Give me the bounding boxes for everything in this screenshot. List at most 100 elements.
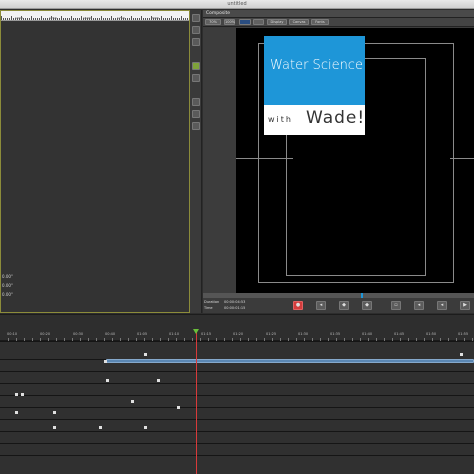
layer-clip-bar[interactable] xyxy=(106,359,474,363)
ruler-tick xyxy=(129,18,130,20)
track-separator xyxy=(0,443,474,444)
keyframe[interactable] xyxy=(177,406,180,409)
window-title: untitled xyxy=(227,1,247,7)
hand-tool-icon[interactable] xyxy=(192,38,200,46)
ruler-tick xyxy=(49,18,50,20)
timeline-ruler[interactable]: 00:10 00:20 00:30 00:40 01:05 01:10 01:1… xyxy=(0,315,474,341)
keyframe[interactable] xyxy=(131,400,134,403)
goto-start-icon[interactable]: ◂ xyxy=(316,301,326,310)
keyframe[interactable] xyxy=(144,353,147,356)
ruler-tick xyxy=(173,18,174,20)
duration-label: Duration xyxy=(204,300,220,304)
transform-tool-icon[interactable] xyxy=(192,62,200,70)
ruler-tick xyxy=(79,18,80,20)
transport-bar: Duration 00:00:04:53 Time 00:00:01:15 ● … xyxy=(203,298,474,313)
keyframe[interactable] xyxy=(460,353,463,356)
keyframe[interactable] xyxy=(157,379,160,382)
ruler-tick xyxy=(45,18,46,20)
view-mode-icon[interactable] xyxy=(253,19,264,25)
ruler-tick xyxy=(169,18,170,20)
title-card-banner[interactable]: Water Science xyxy=(264,36,365,105)
title-bar: untitled xyxy=(0,0,474,9)
canvas-panel[interactable]: 1000 1250 1500 1750 2000 0.00" 0.00" 0.0… xyxy=(0,10,190,313)
keyframe[interactable] xyxy=(15,393,18,396)
playhead-handle-icon[interactable] xyxy=(193,329,199,334)
prev-keyframe-icon[interactable]: ◆ xyxy=(339,301,349,310)
crop-tool-icon[interactable] xyxy=(192,74,200,82)
track-separator xyxy=(0,455,474,456)
keyframe[interactable] xyxy=(53,426,56,429)
composite-toolbar: 70% 100% Display Canvas Fonts xyxy=(203,18,474,27)
horizontal-ruler: 1000 1250 1500 1750 2000 xyxy=(1,11,189,21)
ruler-tick xyxy=(125,18,126,20)
keyframe[interactable] xyxy=(21,393,24,396)
timeline-tick-label: 01:10 xyxy=(169,332,180,336)
ruler-tick xyxy=(27,18,28,20)
keyframe[interactable] xyxy=(99,426,102,429)
coordinate-readout: 0.00" xyxy=(2,274,13,279)
pen-tool-icon[interactable] xyxy=(192,98,200,106)
loop-icon[interactable]: ▫ xyxy=(391,301,401,310)
keyframe[interactable] xyxy=(106,379,109,382)
ruler-tick xyxy=(121,16,122,20)
ruler-tick xyxy=(107,18,108,20)
keyframe[interactable] xyxy=(144,426,147,429)
play-button[interactable]: ▶ xyxy=(460,301,470,310)
ruler-tick xyxy=(71,16,72,20)
ruler-tick xyxy=(141,16,142,20)
ruler-tick xyxy=(23,18,24,20)
line-tool-icon[interactable] xyxy=(192,110,200,118)
percent-select[interactable]: 100% xyxy=(224,19,235,25)
track-separator xyxy=(0,341,474,342)
timeline-tick-label: 01:25 xyxy=(266,332,277,336)
ruler-tick xyxy=(131,16,132,20)
composite-viewer[interactable]: Water Science with Wade! xyxy=(236,28,474,301)
select-tool-icon[interactable] xyxy=(192,14,200,22)
ruler-tick xyxy=(41,16,42,20)
ruler-tick xyxy=(101,16,102,20)
keyframe[interactable] xyxy=(15,411,18,414)
ruler-tick xyxy=(143,18,144,20)
ruler-tick xyxy=(57,18,58,20)
ruler-tick xyxy=(159,18,160,20)
coordinate-readout: 0.00" xyxy=(2,283,13,288)
timeline-tick-label: 01:50 xyxy=(426,332,437,336)
keyframe[interactable] xyxy=(104,360,107,363)
ruler-tick xyxy=(111,16,112,20)
ruler-tick xyxy=(95,18,96,20)
ruler-tick xyxy=(97,18,98,20)
track-separator xyxy=(0,407,474,408)
color-channel-icon[interactable] xyxy=(239,19,251,25)
ruler-tick xyxy=(19,18,20,20)
zoom-tool-icon[interactable] xyxy=(192,26,200,34)
ruler-tick xyxy=(9,18,10,20)
ruler-tick xyxy=(39,18,40,20)
composite-panel: Composite 70% 100% Display Canvas Fonts … xyxy=(203,10,474,313)
fonts-button[interactable]: Fonts xyxy=(311,19,329,25)
title-card-subtitle[interactable]: with Wade! xyxy=(264,105,365,135)
ruler-tick xyxy=(61,16,62,20)
ruler-tick xyxy=(25,18,26,20)
step-back-icon[interactable]: ◂ xyxy=(437,301,447,310)
shape-tool-icon[interactable] xyxy=(192,122,200,130)
ruler-tick xyxy=(139,18,140,20)
ruler-tick xyxy=(53,18,54,20)
canvas-button[interactable]: Canvas xyxy=(289,19,309,25)
next-keyframe-icon[interactable]: ◆ xyxy=(362,301,372,310)
display-button[interactable]: Display xyxy=(267,19,287,25)
timeline-tick-label: 01:55 xyxy=(458,332,469,336)
playhead[interactable] xyxy=(196,331,197,474)
timeline-panel[interactable]: 00:10 00:20 00:30 00:40 01:05 01:10 01:1… xyxy=(0,314,474,474)
ruler-tick xyxy=(47,18,48,20)
ruler-tick xyxy=(11,16,12,20)
ruler-tick xyxy=(183,18,184,20)
audio-icon[interactable]: ◂ xyxy=(414,301,424,310)
keyframe[interactable] xyxy=(53,411,56,414)
ruler-tick xyxy=(73,18,74,20)
zoom-select[interactable]: 70% xyxy=(205,19,221,25)
ruler-tick xyxy=(177,18,178,20)
ruler-tick xyxy=(103,18,104,20)
ruler-tick xyxy=(167,18,168,20)
record-button[interactable]: ● xyxy=(293,301,303,310)
ruler-tick xyxy=(99,18,100,20)
